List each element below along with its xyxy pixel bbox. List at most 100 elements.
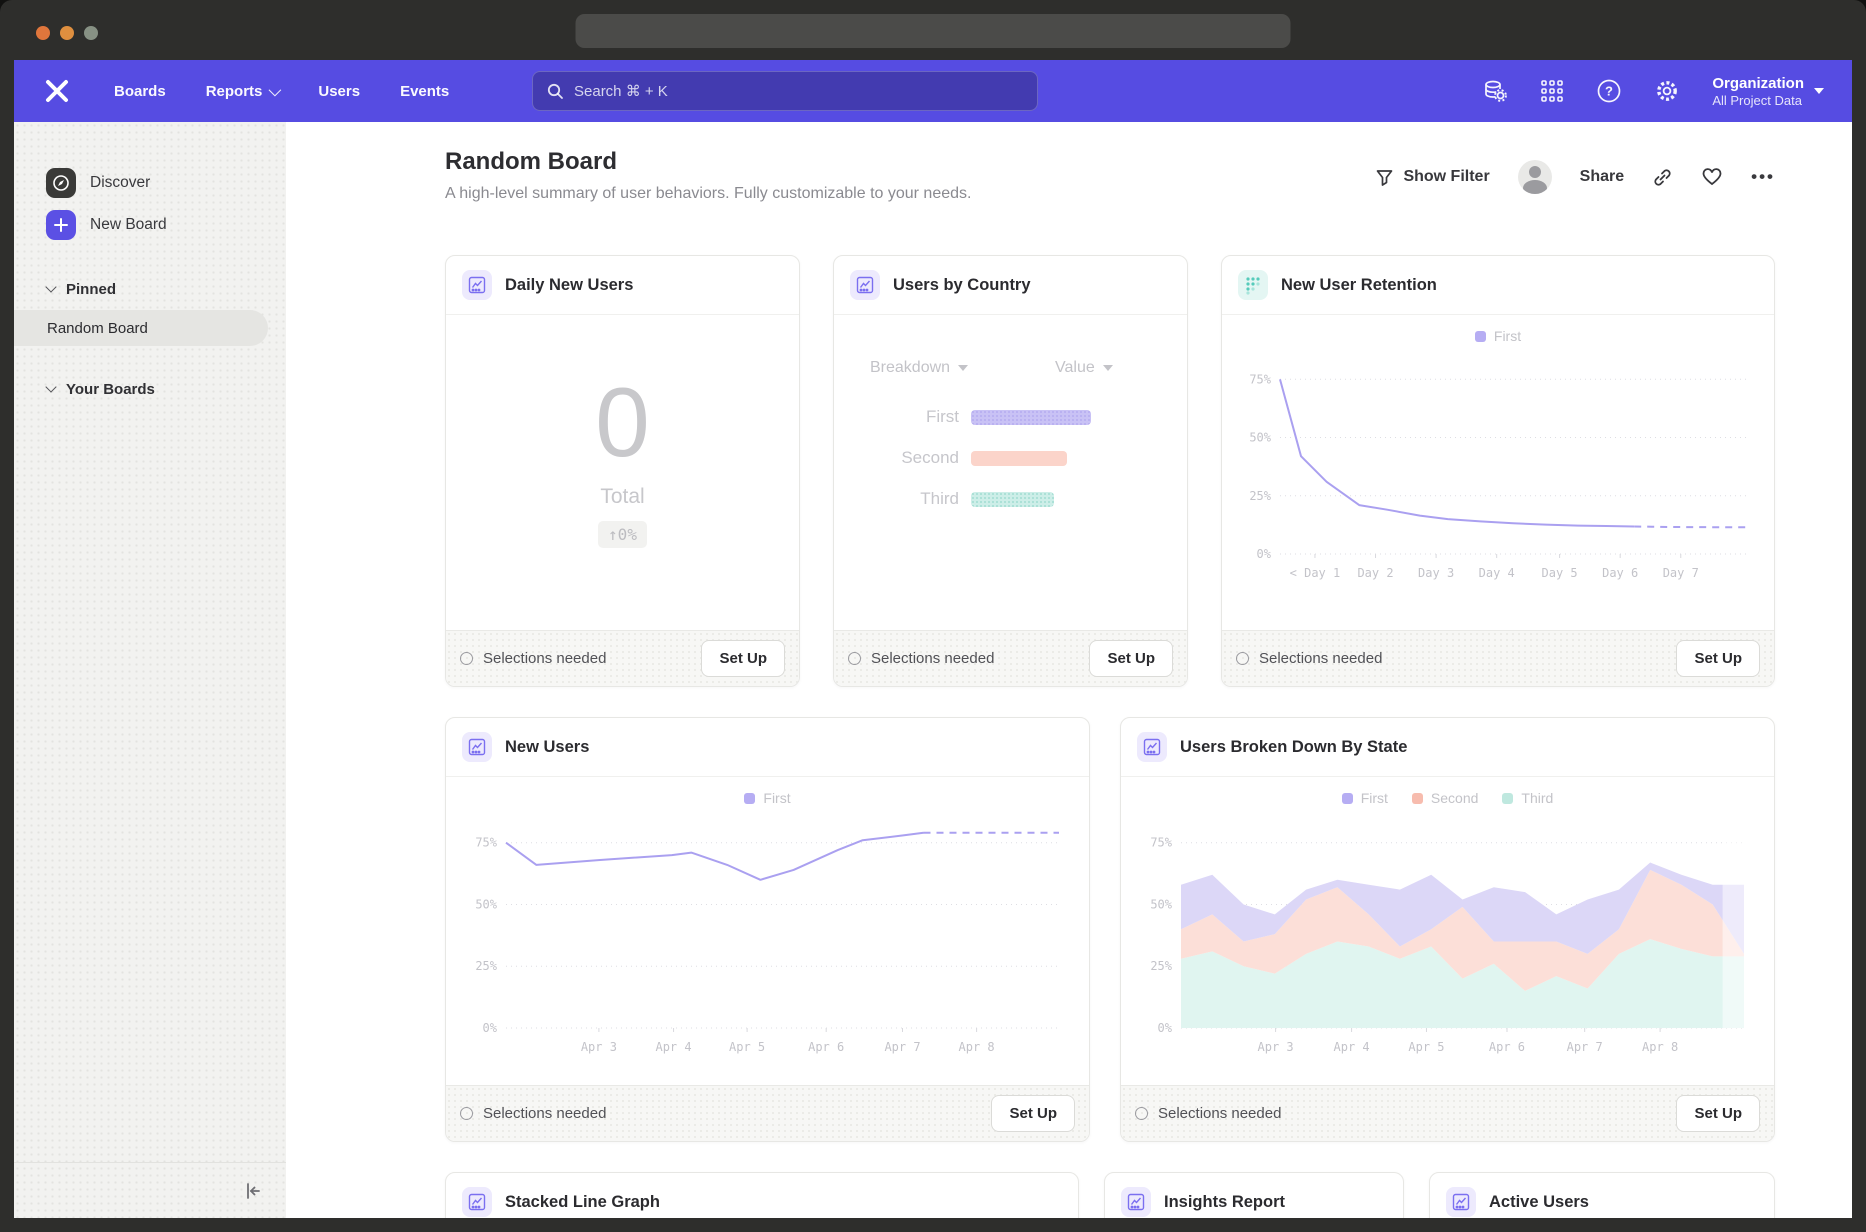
fullscreen-button[interactable] — [84, 26, 98, 40]
metric-value: 0 — [595, 373, 650, 471]
card-body: First 75%50%25%0%Apr 3Apr 4Apr 5Apr 6Apr… — [446, 777, 1089, 1085]
svg-text:75%: 75% — [1249, 372, 1271, 386]
board-label: Random Board — [47, 320, 148, 337]
status-circle-icon — [848, 652, 861, 665]
svg-text:25%: 25% — [475, 959, 497, 973]
setup-button[interactable]: Set Up — [991, 1095, 1075, 1132]
nav-item-label: Boards — [114, 83, 166, 100]
address-bar[interactable] — [576, 14, 1291, 48]
svg-text:Apr 6: Apr 6 — [1489, 1040, 1525, 1054]
share-button[interactable]: Share — [1580, 168, 1624, 186]
legend-label: First — [1494, 328, 1521, 344]
section-label: Pinned — [66, 281, 116, 298]
card-title: New User Retention — [1281, 276, 1437, 295]
card-header: Active Users — [1430, 1173, 1774, 1218]
svg-text:75%: 75% — [475, 836, 497, 850]
nav-item-reports[interactable]: Reports — [206, 83, 279, 100]
sidebar-item-random-board[interactable]: Random Board — [14, 310, 268, 346]
dropdown-label: Breakdown — [870, 359, 950, 377]
avatar[interactable] — [1518, 160, 1552, 194]
card-users-by-state: Users Broken Down By State First Second … — [1120, 717, 1775, 1142]
svg-text:Day 4: Day 4 — [1479, 566, 1515, 580]
setup-button[interactable]: Set Up — [1676, 640, 1760, 677]
settings-gear-icon[interactable] — [1654, 78, 1680, 104]
bar-label: First — [834, 407, 959, 427]
svg-text:0%: 0% — [1257, 547, 1272, 561]
chart-legend: First Second Third — [1342, 790, 1554, 806]
card-header: Users Broken Down By State — [1121, 718, 1774, 777]
sidebar-section-your-boards[interactable]: Your Boards — [14, 372, 286, 406]
search-icon — [547, 83, 564, 100]
status-circle-icon — [1135, 1107, 1148, 1120]
discover-compass-icon — [46, 168, 76, 198]
org-project: All Project Data — [1712, 93, 1804, 109]
sidebar-item-new-board[interactable]: New Board — [14, 204, 286, 246]
mixpanel-logo-icon[interactable] — [42, 76, 72, 106]
sidebar: Discover New Board Pinned Random Board — [14, 122, 286, 1218]
svg-text:?: ? — [1605, 84, 1613, 99]
bar-third — [971, 492, 1054, 507]
setup-button[interactable]: Set Up — [1676, 1095, 1760, 1132]
sidebar-item-discover[interactable]: Discover — [14, 162, 286, 204]
show-filter-label: Show Filter — [1403, 168, 1489, 186]
value-dropdown[interactable]: Value — [1055, 359, 1113, 377]
funnel-icon — [1375, 168, 1394, 187]
svg-text:Apr 4: Apr 4 — [655, 1040, 691, 1054]
card-footer: Selections needed Set Up — [834, 630, 1187, 686]
apps-grid-icon[interactable] — [1540, 79, 1564, 103]
app-frame: Boards Reports Users Events Search ⌘ + K — [14, 60, 1852, 1218]
svg-text:50%: 50% — [1249, 431, 1271, 445]
close-button[interactable] — [36, 26, 50, 40]
sidebar-section-pinned[interactable]: Pinned — [14, 272, 286, 306]
svg-text:Apr 6: Apr 6 — [808, 1040, 844, 1054]
line-chart-icon — [1121, 1187, 1151, 1217]
new-users-line-chart: 75%50%25%0%Apr 3Apr 4Apr 5Apr 6Apr 7Apr … — [460, 810, 1075, 1058]
card-users-by-country: Users by Country Breakdown Value — [833, 255, 1188, 687]
collapse-sidebar-icon[interactable] — [242, 1180, 264, 1202]
retention-grid-icon — [1238, 270, 1268, 300]
share-label: Share — [1580, 168, 1624, 186]
minimize-button[interactable] — [60, 26, 74, 40]
svg-text:Day 3: Day 3 — [1418, 566, 1454, 580]
data-management-icon[interactable] — [1482, 78, 1508, 104]
svg-text:Apr 7: Apr 7 — [1567, 1040, 1603, 1054]
help-icon[interactable]: ? — [1596, 78, 1622, 104]
svg-text:Day 5: Day 5 — [1542, 566, 1578, 580]
bar-label: Second — [834, 448, 959, 468]
card-header: Insights Report — [1105, 1173, 1403, 1218]
legend-label: Third — [1521, 790, 1553, 806]
retention-line-chart: 75%50%25%0%< Day 1Day 2Day 3Day 4Day 5Da… — [1234, 348, 1762, 584]
status-text: Selections needed — [1158, 1105, 1281, 1122]
copy-link-icon[interactable] — [1652, 167, 1673, 188]
caret-down-icon — [958, 365, 968, 371]
status-text: Selections needed — [1259, 650, 1382, 667]
more-options-icon[interactable]: ••• — [1751, 167, 1775, 187]
nav-item-boards[interactable]: Boards — [114, 83, 166, 100]
page-header: Random Board A high-level summary of use… — [445, 148, 1775, 203]
setup-button[interactable]: Set Up — [1089, 640, 1173, 677]
line-chart-icon — [1446, 1187, 1476, 1217]
nav-item-events[interactable]: Events — [400, 83, 449, 100]
card-title: Daily New Users — [505, 276, 633, 295]
svg-text:0%: 0% — [483, 1021, 498, 1035]
caret-down-icon — [1103, 365, 1113, 371]
nav-item-label: Users — [318, 83, 360, 100]
sidebar-item-label: Discover — [90, 174, 150, 192]
card-body: First Second Third 75%50%25%0%Apr 3Apr 4… — [1121, 777, 1774, 1085]
line-chart-icon — [850, 270, 880, 300]
favorite-heart-icon[interactable] — [1701, 166, 1723, 188]
card-title: Users by Country — [893, 276, 1031, 295]
search-input[interactable]: Search ⌘ + K — [532, 71, 1038, 111]
nav-item-users[interactable]: Users — [318, 83, 360, 100]
show-filter-button[interactable]: Show Filter — [1375, 168, 1489, 187]
org-switcher[interactable]: Organization All Project Data — [1712, 74, 1824, 109]
svg-text:25%: 25% — [1249, 489, 1271, 503]
traffic-lights — [36, 26, 98, 40]
setup-button[interactable]: Set Up — [701, 640, 785, 677]
card-new-users: New Users First 75%50%25%0%Apr 3Apr 4Apr… — [445, 717, 1090, 1142]
card-new-user-retention: New User Retention First 75%50%25%0%< Da… — [1221, 255, 1775, 687]
card-footer: Selections needed Set Up — [1121, 1085, 1774, 1141]
card-stacked-line-graph: Stacked Line Graph — [445, 1172, 1079, 1218]
status-text: Selections needed — [483, 650, 606, 667]
breakdown-dropdown[interactable]: Breakdown — [870, 359, 968, 377]
